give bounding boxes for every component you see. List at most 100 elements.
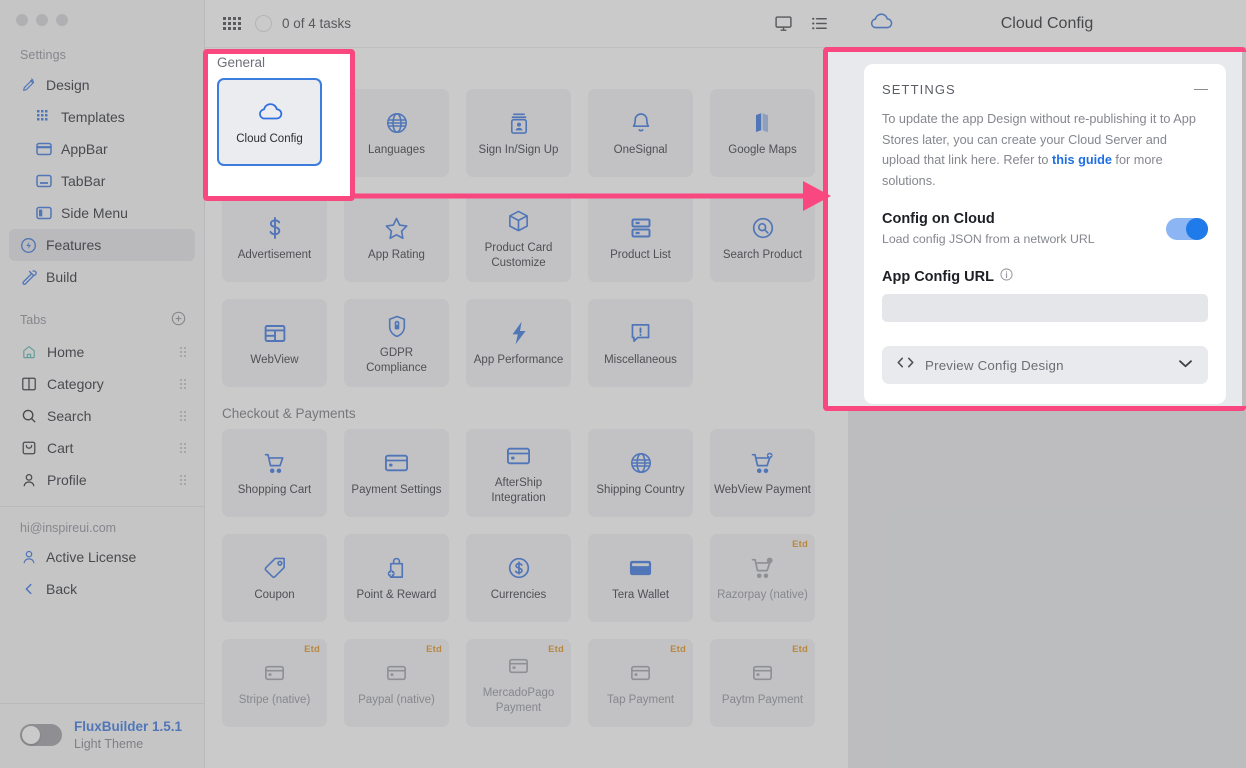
right-panel-header: Cloud Config bbox=[848, 0, 1246, 48]
tab-item-cart[interactable]: Cart bbox=[9, 432, 195, 464]
sidebar-item-templates[interactable]: Templates bbox=[9, 101, 195, 133]
traffic-light-maximize[interactable] bbox=[56, 14, 68, 26]
plus-circle-icon[interactable] bbox=[171, 311, 186, 329]
feature-card-product-card-customize[interactable]: Product Card Customize bbox=[466, 194, 571, 282]
app-config-url-input[interactable] bbox=[882, 294, 1208, 323]
feature-card-product-list[interactable]: Product List bbox=[588, 194, 693, 282]
task-progress[interactable]: 0 of 4 tasks bbox=[255, 15, 351, 32]
feature-card-paypal-native[interactable]: Etd Paypal (native) bbox=[344, 639, 449, 727]
feature-card-advertisement[interactable]: Advertisement bbox=[222, 194, 327, 282]
drag-handle-icon[interactable] bbox=[180, 347, 186, 357]
preview-config-design-label: Preview Config Design bbox=[925, 357, 1064, 373]
etd-badge: Etd bbox=[426, 644, 442, 655]
feature-card-razorpay-native[interactable]: Etd Razorpay (native) bbox=[710, 534, 815, 622]
highlighted-settings-region: SETTINGS To update the app Design withou… bbox=[828, 52, 1242, 406]
minus-icon[interactable] bbox=[1194, 88, 1208, 91]
sidebar-item-tabbar[interactable]: TabBar bbox=[9, 165, 195, 197]
credit-card-icon bbox=[384, 448, 409, 478]
etd-badge: Etd bbox=[304, 644, 320, 655]
feature-card-label: Sign In/Sign Up bbox=[478, 144, 559, 157]
wallet-icon bbox=[628, 553, 653, 583]
features-bolt-icon bbox=[20, 237, 37, 254]
monitor-icon[interactable] bbox=[772, 13, 794, 35]
feature-card-signin-signup[interactable]: Sign In/Sign Up bbox=[466, 89, 571, 177]
tag-icon bbox=[263, 553, 287, 583]
box-icon bbox=[507, 206, 530, 236]
tab-item-profile[interactable]: Profile bbox=[9, 464, 195, 496]
feature-card-onesignal[interactable]: OneSignal bbox=[588, 89, 693, 177]
feature-card-stripe-native[interactable]: Etd Stripe (native) bbox=[222, 639, 327, 727]
templates-grid-icon bbox=[35, 109, 52, 126]
credit-card-icon bbox=[506, 651, 531, 681]
config-on-cloud-row: Config on Cloud Load config JSON from a … bbox=[882, 210, 1208, 249]
shield-lock-icon bbox=[386, 311, 408, 341]
feature-card-label: App Rating bbox=[368, 249, 425, 262]
apps-grid-icon[interactable] bbox=[223, 17, 241, 30]
side-menu-icon bbox=[35, 205, 52, 222]
bolt-icon bbox=[509, 318, 529, 348]
feature-card-search-product[interactable]: Search Product bbox=[710, 194, 815, 282]
feature-card-shopping-cart[interactable]: Shopping Cart bbox=[222, 429, 327, 517]
webview-icon bbox=[263, 318, 287, 348]
drag-handle-icon[interactable] bbox=[180, 411, 186, 421]
sidebar-item-appbar[interactable]: AppBar bbox=[9, 133, 195, 165]
feature-card-tera-wallet[interactable]: Tera Wallet bbox=[588, 534, 693, 622]
guide-link[interactable]: this guide bbox=[1052, 153, 1112, 167]
feature-card-tap-payment[interactable]: Etd Tap Payment bbox=[588, 639, 693, 727]
feature-card-currencies[interactable]: Currencies bbox=[466, 534, 571, 622]
sidebar-item-side-menu[interactable]: Side Menu bbox=[9, 197, 195, 229]
theme-toggle-switch[interactable] bbox=[20, 723, 62, 746]
feature-card-payment-settings[interactable]: Payment Settings bbox=[344, 429, 449, 517]
sidebar-item-label: Design bbox=[46, 77, 90, 93]
tab-item-home[interactable]: Home bbox=[9, 336, 195, 368]
bag-plus-icon bbox=[385, 553, 408, 583]
sidebar-item-back[interactable]: Back bbox=[9, 573, 195, 605]
feature-card-label: Product Card Customize bbox=[484, 242, 553, 269]
feature-card-aftership-integration[interactable]: AfterShip Integration bbox=[466, 429, 571, 517]
drag-handle-icon[interactable] bbox=[180, 443, 186, 453]
drag-handle-icon[interactable] bbox=[180, 475, 186, 485]
feature-card-mercadopago-payment[interactable]: Etd MercadoPago Payment bbox=[466, 639, 571, 727]
drag-handle-icon[interactable] bbox=[180, 379, 186, 389]
feature-card-label: Payment Settings bbox=[351, 484, 442, 497]
tab-item-search[interactable]: Search bbox=[9, 400, 195, 432]
traffic-light-minimize[interactable] bbox=[36, 14, 48, 26]
theme-toggle-row: FluxBuilder 1.5.1 Light Theme bbox=[0, 702, 204, 768]
preview-config-design-button[interactable]: Preview Config Design bbox=[882, 346, 1208, 385]
tabbar-icon bbox=[35, 173, 52, 190]
feature-card-label: Shopping Cart bbox=[237, 484, 312, 497]
tab-item-category[interactable]: Category bbox=[9, 368, 195, 400]
feature-card-google-maps[interactable]: Google Maps bbox=[710, 89, 815, 177]
info-icon[interactable] bbox=[1000, 268, 1013, 286]
traffic-light-close[interactable] bbox=[16, 14, 28, 26]
config-on-cloud-toggle[interactable] bbox=[1166, 218, 1208, 241]
feature-card-webview-payment[interactable]: WebView Payment bbox=[710, 429, 815, 517]
profile-icon bbox=[20, 472, 37, 489]
feature-card-shipping-country[interactable]: Shipping Country bbox=[588, 429, 693, 517]
sidebar-item-design[interactable]: Design bbox=[9, 69, 195, 101]
sidebar-item-active-license[interactable]: Active License bbox=[9, 541, 195, 573]
feature-card-label: Advertisement bbox=[237, 249, 312, 262]
sidebar-item-features[interactable]: Features bbox=[9, 229, 195, 261]
sidebar-item-build[interactable]: Build bbox=[9, 261, 195, 293]
shopping-cart-icon bbox=[263, 448, 287, 478]
feature-card-app-performance[interactable]: App Performance bbox=[466, 299, 571, 387]
feature-card-point-reward[interactable]: Point & Reward bbox=[344, 534, 449, 622]
feature-card-miscellaneous[interactable]: Miscellaneous bbox=[588, 299, 693, 387]
feature-card-paytm-payment[interactable]: Etd Paytm Payment bbox=[710, 639, 815, 727]
user-license-icon bbox=[20, 549, 37, 566]
window-traffic-lights bbox=[0, 0, 204, 26]
feature-card-webview[interactable]: WebView bbox=[222, 299, 327, 387]
config-on-cloud-text: Config on Cloud Load config JSON from a … bbox=[882, 210, 1166, 249]
feature-card-languages[interactable]: Languages bbox=[344, 89, 449, 177]
feature-card-gdpr-compliance[interactable]: GDPR Compliance bbox=[344, 299, 449, 387]
feature-card-cloud-config-highlight[interactable]: Cloud Config bbox=[217, 78, 322, 166]
appbar-icon bbox=[35, 141, 52, 158]
tab-item-label: Category bbox=[47, 376, 104, 392]
build-hammer-icon bbox=[20, 269, 37, 286]
chat-alert-icon bbox=[629, 318, 652, 348]
feature-card-app-rating[interactable]: App Rating bbox=[344, 194, 449, 282]
feature-card-coupon[interactable]: Coupon bbox=[222, 534, 327, 622]
list-icon[interactable] bbox=[808, 13, 830, 35]
signin-icon bbox=[508, 108, 530, 138]
